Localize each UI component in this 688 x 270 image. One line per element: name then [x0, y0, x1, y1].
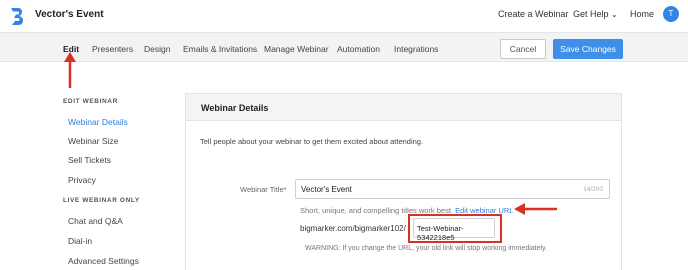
- annotation-arrows: [64, 52, 557, 215]
- arrow-to-edit-tab: [64, 52, 76, 88]
- arrow-to-edit-url-link: [514, 203, 557, 215]
